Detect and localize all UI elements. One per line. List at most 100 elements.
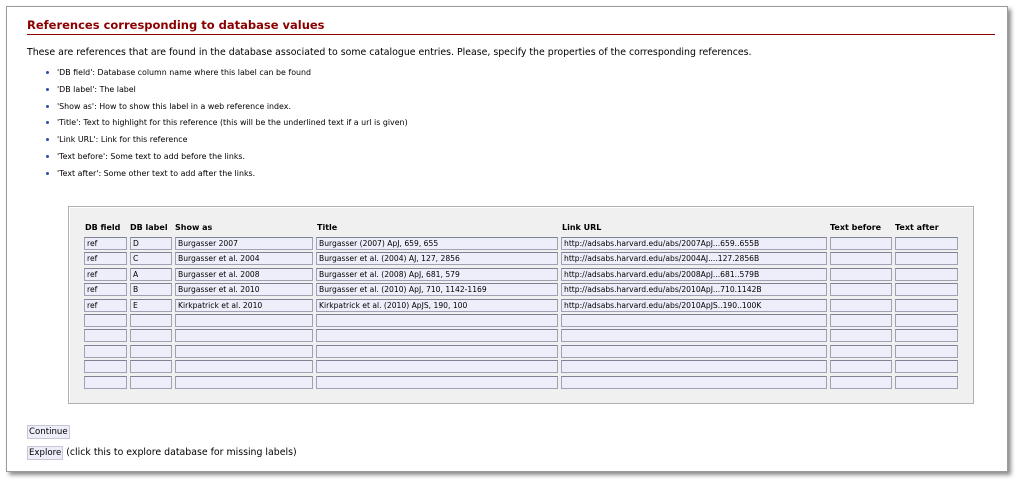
column-header-db-field: DB field [85,223,121,232]
show-as-input[interactable] [175,375,313,389]
show-as-input[interactable] [175,344,313,358]
text-after-input[interactable] [895,298,958,312]
db-field-input[interactable]: ref [84,252,127,266]
text-after-input[interactable] [895,329,958,343]
show-as-input[interactable]: Burgasser et al. 2010 [175,283,313,297]
link-url-input[interactable]: http://adsabs.harvard.edu/abs/2008ApJ...… [561,267,827,281]
db-field-input[interactable] [84,375,127,389]
list-item: 'Title': Text to highlight for this refe… [27,117,408,134]
show-as-input[interactable] [175,314,313,327]
link-url-input[interactable] [561,329,827,343]
title-input[interactable]: Kirkpatrick et al. (2010) ApJS, 190, 100 [316,298,558,312]
link-url-input[interactable]: http://adsabs.harvard.edu/abs/2010ApJ...… [561,283,827,297]
text-after-input[interactable] [895,314,958,327]
title-input[interactable]: Burgasser et al. (2004) AJ, 127, 2856 [316,252,558,266]
field-description-list: 'DB field': Database column name where t… [27,67,408,185]
link-url-input[interactable]: http://adsabs.harvard.edu/abs/2004AJ....… [561,252,827,266]
db-label-input[interactable] [130,314,172,327]
title-input[interactable] [316,314,558,327]
list-item: 'DB label': The label [27,84,408,101]
text-after-input[interactable] [895,375,958,389]
text-after-input[interactable] [895,252,958,266]
page-title: References corresponding to database val… [27,18,995,35]
show-as-input[interactable] [175,329,313,343]
table-header-row: DB field DB label Show as Title Link URL… [69,223,973,235]
list-item-text: 'Link URL': Link for this reference [57,135,188,145]
table-row [69,329,973,343]
link-url-input[interactable] [561,375,827,389]
text-before-input[interactable] [830,252,892,266]
db-label-input[interactable] [130,329,172,343]
db-label-input[interactable]: B [130,283,172,297]
db-label-input[interactable]: D [130,237,172,250]
db-label-input[interactable]: C [130,252,172,266]
db-label-input[interactable] [130,344,172,358]
show-as-input[interactable]: Burgasser et al. 2008 [175,267,313,281]
show-as-input[interactable]: Kirkpatrick et al. 2010 [175,298,313,312]
list-item: 'Text before': Some text to add before t… [27,151,408,168]
text-before-input[interactable] [830,298,892,312]
bullet-icon [46,104,49,108]
db-label-input[interactable] [130,360,172,374]
bullet-icon [46,71,49,74]
db-field-input[interactable] [84,360,127,374]
link-url-input[interactable] [561,344,827,358]
column-header-title: Title [317,223,338,232]
text-before-input[interactable] [830,267,892,281]
text-after-input[interactable] [895,283,958,297]
table-row: ref E Kirkpatrick et al. 2010 Kirkpatrick e… [69,298,973,312]
db-label-input[interactable]: A [130,267,172,281]
column-header-text-after: Text after [895,223,939,232]
db-field-input[interactable]: ref [84,283,127,297]
text-before-input[interactable] [830,237,892,250]
table-row [69,314,973,327]
text-before-input[interactable] [830,283,892,297]
show-as-input[interactable] [175,360,313,374]
explore-button[interactable]: Explore [27,446,64,460]
list-item-text: 'DB label': The label [57,84,136,94]
bullet-icon [46,154,49,158]
text-after-input[interactable] [895,360,958,374]
text-before-input[interactable] [830,375,892,389]
references-table-panel: DB field DB label Show as Title Link URL… [68,206,974,404]
db-field-input[interactable]: ref [84,298,127,312]
text-after-input[interactable] [895,267,958,281]
db-field-input[interactable]: ref [84,237,127,250]
text-before-input[interactable] [830,329,892,343]
title-input[interactable]: Burgasser (2007) ApJ, 659, 655 [316,237,558,250]
title-input[interactable]: Burgasser et al. (2008) ApJ, 681, 579 [316,267,558,281]
column-header-show-as: Show as [175,223,213,232]
db-field-input[interactable] [84,329,127,343]
db-field-input[interactable] [84,314,127,327]
link-url-input[interactable] [561,360,827,374]
link-url-input[interactable] [561,314,827,327]
title-input[interactable] [316,344,558,358]
explore-line: Explore (click this to explore database … [27,446,297,460]
title-input[interactable] [316,375,558,389]
text-after-input[interactable] [895,237,958,250]
table-row [69,344,973,358]
db-field-input[interactable]: ref [84,267,127,281]
db-label-input[interactable]: E [130,298,172,312]
table-row: ref A Burgasser et al. 2008 Burgasser et al… [69,267,973,281]
page-frame: References corresponding to database val… [6,6,1008,472]
title-input[interactable] [316,360,558,374]
text-before-input[interactable] [830,344,892,358]
continue-button[interactable]: Continue [27,425,70,439]
show-as-input[interactable]: Burgasser et al. 2004 [175,252,313,266]
table-row: ref D Burgasser 2007 Burgasser (2007) ApJ, … [69,237,973,250]
db-label-input[interactable] [130,375,172,389]
column-header-text-before: Text before [830,223,882,232]
list-item: 'DB field': Database column name where t… [27,67,408,84]
text-before-input[interactable] [830,360,892,374]
db-field-input[interactable] [84,344,127,358]
column-header-link-url: Link URL [562,223,602,232]
text-after-input[interactable] [895,344,958,358]
link-url-input[interactable]: http://adsabs.harvard.edu/abs/2010ApJS..… [561,298,827,312]
link-url-input[interactable]: http://adsabs.harvard.edu/abs/2007ApJ...… [561,237,827,250]
show-as-input[interactable]: Burgasser 2007 [175,237,313,250]
bullet-icon [46,171,49,175]
text-before-input[interactable] [830,314,892,327]
title-input[interactable] [316,329,558,343]
title-input[interactable]: Burgasser et al. (2010) ApJ, 710, 1142-1… [316,283,558,297]
